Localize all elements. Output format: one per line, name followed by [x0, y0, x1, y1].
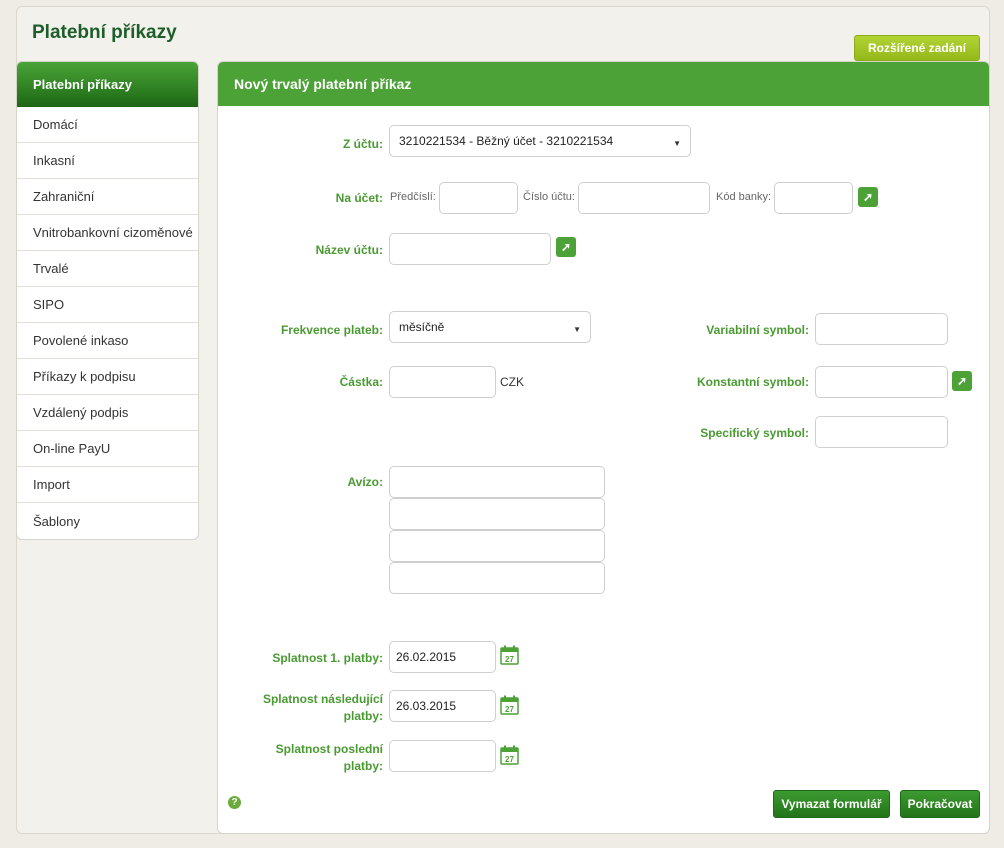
from-account-select[interactable]: 3210221534 - Běžný účet - 3210221534 ▼ — [389, 125, 691, 157]
frequency-select[interactable]: měsíčně ▼ — [389, 311, 591, 343]
page-title: Platební příkazy — [32, 22, 177, 43]
form-heading: Nový trvalý platební příkaz — [218, 62, 989, 106]
sidebar-item-label: SIPO — [33, 297, 65, 312]
account-number-label: Číslo účtu: — [523, 191, 575, 203]
arrow-up-right-icon[interactable]: ➚ — [556, 237, 576, 257]
advice-line-4[interactable] — [389, 562, 605, 594]
frequency-label: Frekvence plateb: — [280, 323, 383, 337]
specific-symbol-label: Specifický symbol: — [700, 426, 809, 440]
calendar-icon[interactable]: 27 — [500, 695, 519, 715]
sidebar-item-label: Domácí — [33, 117, 78, 132]
calendar-day: 27 — [505, 755, 514, 764]
sidebar-item-templates[interactable]: Šablony — [17, 503, 198, 539]
calendar-day: 27 — [505, 655, 514, 664]
frequency-value: měsíčně — [399, 320, 445, 334]
sidebar-item-label: Platební příkazy — [33, 77, 132, 92]
account-prefix-input[interactable] — [439, 182, 518, 214]
last-due-label: Splatnost poslední platby: — [238, 741, 383, 775]
sidebar: Platební příkazy Domácí Inkasní Zahranič… — [16, 61, 199, 540]
sidebar-item-domestic[interactable]: Domácí — [17, 107, 198, 143]
sidebar-item-orders-to-sign[interactable]: Příkazy k podpisu — [17, 359, 198, 395]
arrow-up-right-icon[interactable]: ➚ — [858, 187, 878, 207]
next-due-label-line1: Splatnost následující — [262, 692, 383, 706]
variable-symbol-label: Variabilní symbol: — [706, 323, 809, 337]
sidebar-item-remote-signature[interactable]: Vzdálený podpis — [17, 395, 198, 431]
next-due-date-input[interactable] — [389, 690, 496, 722]
next-due-label: Splatnost následující platby: — [238, 691, 383, 725]
sidebar-item-payment-orders[interactable]: Platební příkazy — [17, 62, 198, 107]
sidebar-item-label: Povolené inkaso — [33, 333, 129, 348]
account-number-input[interactable] — [578, 182, 710, 214]
specific-symbol-input[interactable] — [815, 416, 948, 448]
variable-symbol-input[interactable] — [815, 313, 948, 345]
sidebar-item-intrabank-foreign-currency[interactable]: Vnitrobankovní cizoměnové — [17, 215, 198, 251]
advice-line-2[interactable] — [389, 498, 605, 530]
first-due-label: Splatnost 1. platby: — [272, 651, 383, 665]
sidebar-item-import[interactable]: Import — [17, 467, 198, 503]
from-account-value: 3210221534 - Běžný účet - 3210221534 — [399, 134, 614, 148]
sidebar-item-label: Vnitrobankovní cizoměnové — [33, 225, 193, 240]
prefix-label: Předčíslí: — [390, 191, 436, 203]
caret-down-icon: ▼ — [673, 139, 681, 148]
advice-label: Avízo: — [347, 475, 383, 489]
advice-line-1[interactable] — [389, 466, 605, 498]
advanced-entry-button[interactable]: Rozšířené zadání — [854, 35, 980, 61]
calendar-icon[interactable]: 27 — [500, 645, 519, 665]
last-due-date-input[interactable] — [389, 740, 496, 772]
sidebar-item-label: Import — [33, 477, 70, 492]
calendar-icon[interactable]: 27 — [500, 745, 519, 765]
sidebar-item-label: Trvalé — [33, 261, 69, 276]
account-name-label: Název účtu: — [315, 243, 383, 257]
help-icon[interactable]: ? — [228, 796, 241, 809]
from-account-label: Z účtu: — [343, 137, 383, 151]
bank-code-label: Kód banky: — [716, 191, 772, 203]
amount-label: Částka: — [339, 375, 383, 389]
first-due-date-input[interactable] — [389, 641, 496, 673]
arrow-up-right-icon[interactable]: ➚ — [952, 371, 972, 391]
currency-label: CZK — [500, 375, 524, 389]
sidebar-item-online-payu[interactable]: On-line PayU — [17, 431, 198, 467]
next-due-label-line2: platby: — [343, 709, 383, 723]
sidebar-item-allowed-collection[interactable]: Povolené inkaso — [17, 323, 198, 359]
constant-symbol-input[interactable] — [815, 366, 948, 398]
sidebar-item-sipo[interactable]: SIPO — [17, 287, 198, 323]
caret-down-icon: ▼ — [573, 325, 581, 334]
clear-form-button[interactable]: Vymazat formulář — [773, 790, 890, 818]
sidebar-item-label: Vzdálený podpis — [33, 405, 129, 420]
sidebar-item-label: Zahraniční — [33, 189, 95, 204]
bank-code-input[interactable] — [774, 182, 853, 214]
continue-button[interactable]: Pokračovat — [900, 790, 980, 818]
constant-symbol-label: Konstantní symbol: — [696, 375, 809, 389]
form-panel: Nový trvalý platební příkaz Z účtu: 3210… — [217, 61, 990, 834]
calendar-day: 27 — [505, 705, 514, 714]
account-name-input[interactable] — [389, 233, 551, 265]
sidebar-item-foreign[interactable]: Zahraniční — [17, 179, 198, 215]
advice-line-3[interactable] — [389, 530, 605, 562]
sidebar-item-label: Šablony — [33, 513, 80, 529]
sidebar-item-label: Inkasní — [33, 153, 75, 168]
sidebar-item-label: On-line PayU — [33, 441, 111, 456]
last-due-label-line2: platby: — [343, 759, 383, 773]
sidebar-item-label: Příkazy k podpisu — [33, 369, 136, 384]
amount-input[interactable] — [389, 366, 496, 398]
last-due-label-line1: Splatnost poslední — [275, 742, 383, 756]
to-account-label: Na účet: — [335, 191, 383, 205]
sidebar-item-standing[interactable]: Trvalé — [17, 251, 198, 287]
sidebar-item-collection[interactable]: Inkasní — [17, 143, 198, 179]
